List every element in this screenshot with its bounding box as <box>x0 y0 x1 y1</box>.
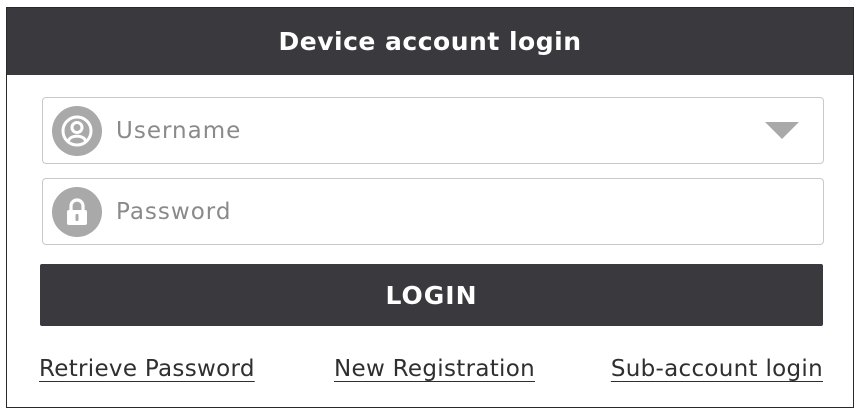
new-registration-link[interactable]: New Registration <box>334 356 535 382</box>
login-button[interactable]: LOGIN <box>40 264 823 326</box>
lock-icon <box>52 186 102 237</box>
retrieve-password-link[interactable]: Retrieve Password <box>39 356 255 382</box>
username-field[interactable]: Username <box>42 97 824 164</box>
sub-account-login-link[interactable]: Sub-account login <box>611 356 823 382</box>
user-icon <box>52 105 102 156</box>
password-input[interactable]: Password <box>116 199 823 225</box>
dialog-title: Device account login <box>278 27 582 56</box>
username-input[interactable]: Username <box>116 118 765 144</box>
login-dialog: Device account login Username Password L… <box>6 7 854 408</box>
password-field[interactable]: Password <box>42 178 824 245</box>
dialog-header: Device account login <box>7 8 853 75</box>
login-button-label: LOGIN <box>385 280 478 310</box>
triangle-down-icon[interactable] <box>765 121 799 141</box>
